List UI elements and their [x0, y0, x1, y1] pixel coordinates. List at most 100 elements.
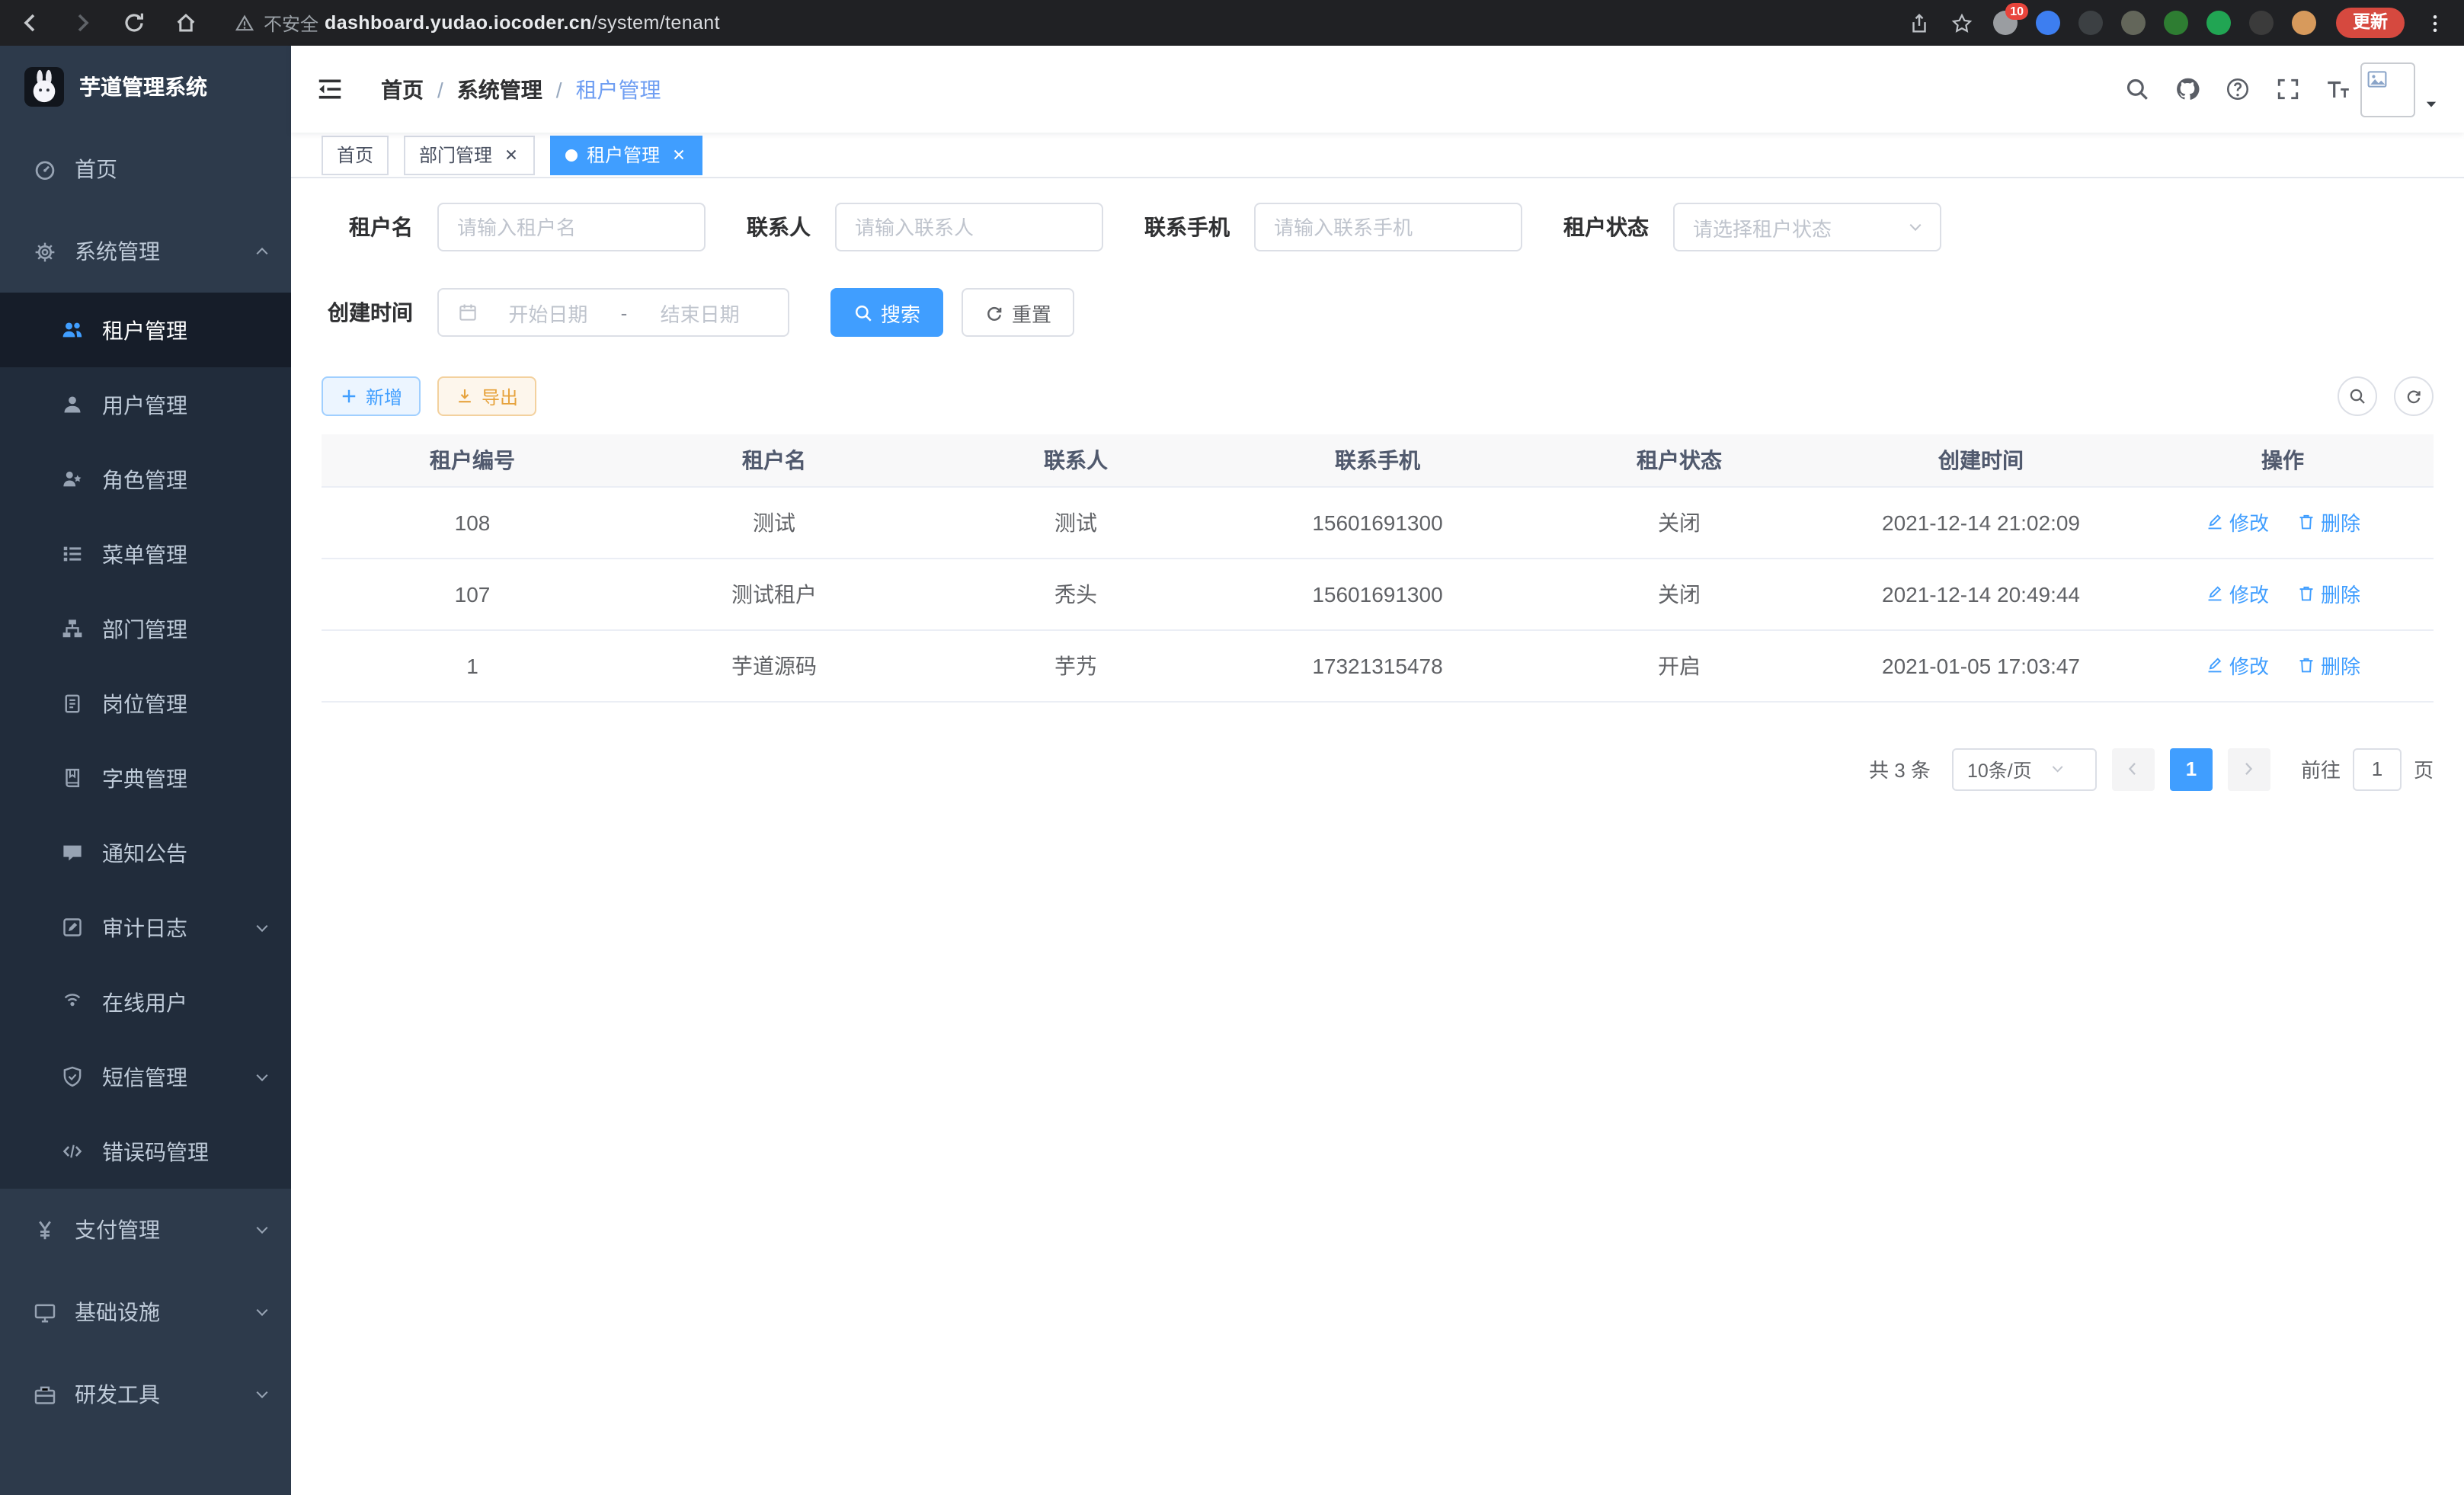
page-size-select[interactable]: 10条/页: [1952, 748, 2097, 790]
address-bar[interactable]: dashboard.yudao.iocoder.cn/system/tenant: [325, 12, 720, 34]
cell-contact: 测试: [925, 486, 1227, 558]
table-toolbar: 新增 导出: [322, 376, 2434, 416]
sidebar-item-pay[interactable]: 支付管理: [0, 1189, 291, 1271]
code-icon: [61, 1140, 84, 1163]
sidebar-item-tenant[interactable]: 租户管理: [0, 293, 291, 367]
extension-icon[interactable]: [2292, 11, 2316, 35]
cell-status: 关闭: [1528, 486, 1830, 558]
list-icon: [61, 543, 84, 565]
sidebar-item-online[interactable]: 在线用户: [0, 965, 291, 1039]
sidebar-item-user[interactable]: 用户管理: [0, 367, 291, 442]
home-icon[interactable]: [174, 11, 198, 35]
extension-icon[interactable]: [2206, 11, 2231, 35]
tab-tenant[interactable]: 租户管理: [550, 135, 702, 174]
goto-label: 前往: [2301, 754, 2341, 783]
sidebar-logo[interactable]: 芋道管理系统: [0, 46, 291, 128]
sidebar-item-audit[interactable]: 审计日志: [0, 890, 291, 965]
sidebar-item-errorcode[interactable]: 错误码管理: [0, 1114, 291, 1189]
extension-icon[interactable]: [2249, 11, 2274, 35]
browser-update-button[interactable]: 更新: [2336, 8, 2405, 38]
cell-created: 2021-12-14 20:49:44: [1830, 558, 2132, 629]
active-tab-dot: [565, 149, 578, 161]
user-avatar-dropdown[interactable]: [2360, 62, 2440, 117]
font-size-icon[interactable]: [2325, 76, 2351, 102]
breadcrumb-home[interactable]: 首页: [381, 74, 424, 104]
edit-link[interactable]: 修改: [2205, 507, 2269, 536]
tab-dept[interactable]: 部门管理: [404, 135, 535, 174]
search-button[interactable]: 搜索: [830, 288, 943, 337]
breadcrumb-system[interactable]: 系统管理: [457, 74, 542, 104]
goto-page-input[interactable]: [2353, 748, 2402, 790]
contact-input[interactable]: [835, 203, 1103, 251]
delete-label: 删除: [2321, 579, 2360, 608]
sidebar-item-dept[interactable]: 部门管理: [0, 591, 291, 666]
filter-form-row-2: 创建时间 开始日期 - 结束日期 搜索 重置: [322, 288, 2434, 337]
extension-icon[interactable]: [2164, 11, 2188, 35]
tenant-name-input[interactable]: [437, 203, 706, 251]
close-icon[interactable]: [503, 146, 520, 163]
page-1-button[interactable]: 1: [2170, 748, 2213, 790]
cell-actions: 修改删除: [2132, 629, 2434, 701]
reset-button[interactable]: 重置: [962, 288, 1074, 337]
extension-icon[interactable]: [2036, 11, 2060, 35]
phone-label: 联系手机: [1144, 212, 1230, 242]
delete-label: 删除: [2321, 507, 2360, 536]
filter-create-time: 创建时间 开始日期 - 结束日期: [322, 288, 789, 337]
hamburger-icon[interactable]: [315, 75, 344, 104]
tab-home[interactable]: 首页: [322, 135, 389, 174]
sidebar-item-notice[interactable]: 通知公告: [0, 815, 291, 890]
browser-menu-icon[interactable]: [2424, 11, 2446, 34]
status-placeholder: 请选择租户状态: [1693, 213, 1906, 242]
delete-link[interactable]: 删除: [2296, 579, 2360, 608]
delete-icon: [2296, 512, 2316, 532]
sidebar-item-menu[interactable]: 菜单管理: [0, 517, 291, 591]
tree-icon: [61, 617, 84, 640]
chevron-down-icon: [253, 1068, 271, 1086]
extension-icon[interactable]: [2121, 11, 2146, 35]
close-icon[interactable]: [670, 146, 687, 163]
share-icon[interactable]: [1908, 11, 1931, 34]
search-icon[interactable]: [2124, 76, 2150, 102]
next-page-button[interactable]: [2228, 748, 2270, 790]
refresh-table-button[interactable]: [2394, 376, 2434, 416]
sidebar-item-system[interactable]: 系统管理: [0, 210, 291, 293]
edit-link[interactable]: 修改: [2205, 579, 2269, 608]
sidebar-item-infra[interactable]: 基础设施: [0, 1271, 291, 1353]
search-icon: [853, 303, 873, 322]
sidebar-item-label: 字典管理: [102, 763, 187, 793]
sidebar-item-label: 通知公告: [102, 837, 187, 868]
create-time-range-picker[interactable]: 开始日期 - 结束日期: [437, 288, 789, 337]
github-icon[interactable]: [2174, 76, 2200, 102]
sidebar-item-tools[interactable]: 研发工具: [0, 1353, 291, 1436]
phone-input[interactable]: [1254, 203, 1522, 251]
reload-icon[interactable]: [122, 11, 146, 35]
help-icon[interactable]: [2225, 76, 2251, 102]
delete-link[interactable]: 删除: [2296, 507, 2360, 536]
prev-page-button[interactable]: [2112, 748, 2155, 790]
export-button[interactable]: 导出: [437, 376, 536, 416]
user-icon: [61, 393, 84, 416]
sidebar-item-dict[interactable]: 字典管理: [0, 741, 291, 815]
site-security-chip[interactable]: 不安全: [235, 10, 318, 36]
sidebar-item-post[interactable]: 岗位管理: [0, 666, 291, 741]
sidebar-item-sms[interactable]: 短信管理: [0, 1039, 291, 1114]
extension-icon[interactable]: 10: [1993, 11, 2018, 35]
add-button[interactable]: 新增: [322, 376, 421, 416]
start-date-placeholder: 开始日期: [478, 298, 618, 327]
navbar-actions: [2124, 76, 2351, 102]
logo-image: [24, 67, 64, 107]
fullscreen-icon[interactable]: [2275, 76, 2301, 102]
sidebar-item-role[interactable]: 角色管理: [0, 442, 291, 517]
sidebar-item-home[interactable]: 首页: [0, 128, 291, 210]
add-button-label: 新增: [366, 383, 402, 409]
star-icon[interactable]: [1950, 11, 1973, 34]
toggle-search-button[interactable]: [2338, 376, 2377, 416]
edit-link[interactable]: 修改: [2205, 651, 2269, 680]
forward-icon[interactable]: [70, 11, 94, 35]
chevron-left-icon: [2125, 760, 2142, 777]
delete-link[interactable]: 删除: [2296, 651, 2360, 680]
url-path: /system/tenant: [592, 12, 720, 34]
extension-icon[interactable]: [2078, 11, 2103, 35]
tenant-status-select[interactable]: 请选择租户状态: [1673, 203, 1941, 251]
back-icon[interactable]: [18, 11, 43, 35]
